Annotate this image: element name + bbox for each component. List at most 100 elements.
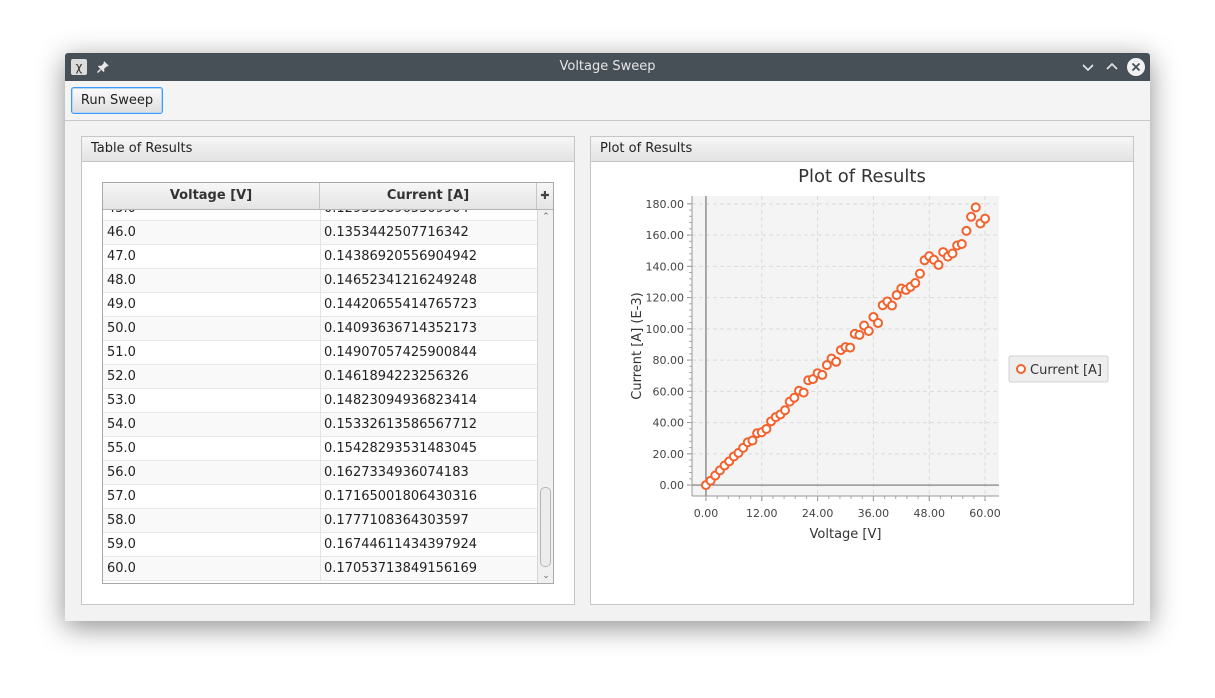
x-tick-label: 60.00 bbox=[969, 507, 1001, 520]
cell-voltage: 51.0 bbox=[103, 341, 321, 365]
cell-current: 0.14823094936823414 bbox=[324, 393, 478, 408]
y-tick-label: 120.00 bbox=[646, 292, 685, 305]
table-row[interactable]: 47.0 0.14386920556904942 bbox=[103, 245, 537, 269]
x-axis-label: Voltage [V] bbox=[810, 527, 882, 542]
x-tick-label: 48.00 bbox=[913, 507, 945, 520]
cell-current: 0.14386920556904942 bbox=[324, 249, 478, 264]
y-tick-label: 0.00 bbox=[660, 479, 685, 492]
table-body: 45.00.129353896530990446.00.135344250771… bbox=[103, 210, 537, 583]
y-axis-label: Current [A] (E-3) bbox=[630, 292, 645, 399]
cell-current: 0.1461894223256326 bbox=[324, 369, 469, 384]
cell-current: 0.16744611434397924 bbox=[324, 537, 478, 552]
cell-voltage: 53.0 bbox=[103, 389, 321, 413]
table-row[interactable]: 51.0 0.14907057425900844 bbox=[103, 341, 537, 365]
cell-voltage: 55.0 bbox=[103, 437, 321, 461]
cell-current: 0.14652341216249248 bbox=[324, 273, 478, 288]
run-sweep-button[interactable]: Run Sweep bbox=[71, 87, 163, 114]
title-bar[interactable]: χ Voltage Sweep bbox=[65, 53, 1150, 81]
cell-voltage: 58.0 bbox=[103, 509, 321, 533]
table-row[interactable]: 48.0 0.14652341216249248 bbox=[103, 269, 537, 293]
table-panel-title: Table of Results bbox=[82, 137, 574, 162]
data-point bbox=[761, 423, 772, 434]
cell-current: 0.14093636714352173 bbox=[324, 321, 478, 336]
column-header-voltage[interactable]: Voltage [V] bbox=[103, 183, 320, 209]
scroll-down-icon[interactable]: ⌄ bbox=[538, 569, 553, 583]
table-row[interactable]: 55.0 0.15428293531483045 bbox=[103, 437, 537, 461]
cell-current: 0.1293538965309904 bbox=[320, 210, 537, 221]
y-tick-label: 100.00 bbox=[646, 323, 685, 336]
scroll-thumb[interactable] bbox=[540, 487, 551, 567]
table-row[interactable]: 59.0 0.16744611434397924 bbox=[103, 533, 537, 557]
table-row[interactable]: 53.0 0.14823094936823414 bbox=[103, 389, 537, 413]
cell-current: 0.1627334936074183 bbox=[324, 465, 469, 480]
y-tick-label: 20.00 bbox=[653, 448, 685, 461]
toolbar: Run Sweep bbox=[65, 81, 1150, 121]
plot-panel-title: Plot of Results bbox=[591, 137, 1133, 162]
data-point bbox=[933, 259, 944, 270]
data-point bbox=[854, 329, 865, 340]
data-point bbox=[845, 342, 856, 353]
table-row[interactable]: 52.0 0.1461894223256326 bbox=[103, 365, 537, 389]
table-row[interactable]: 60.0 0.17053713849156169 bbox=[103, 557, 537, 581]
table-row[interactable]: 58.0 0.1777108364303597 bbox=[103, 509, 537, 533]
column-header-current[interactable]: Current [A] bbox=[320, 183, 537, 209]
data-point bbox=[956, 238, 967, 249]
x-tick-label: 24.00 bbox=[802, 507, 834, 520]
table-row[interactable]: 56.0 0.1627334936074183 bbox=[103, 461, 537, 485]
data-point bbox=[863, 326, 874, 336]
cell-voltage: 60.0 bbox=[103, 557, 321, 581]
x-tick-label: 0.00 bbox=[694, 507, 719, 520]
results-table[interactable]: Voltage [V] Current [A] ✚ 45.00.12935389… bbox=[102, 182, 554, 584]
cell-voltage: 48.0 bbox=[103, 269, 321, 293]
data-point bbox=[947, 248, 958, 259]
cell-current: 0.17165001806430316 bbox=[324, 489, 478, 504]
chart-title: Plot of Results bbox=[798, 166, 926, 187]
cell-current: 0.15428293531483045 bbox=[324, 441, 478, 456]
table-panel: Table of Results Voltage [V] Current [A]… bbox=[81, 136, 575, 605]
minimize-icon[interactable] bbox=[1078, 57, 1098, 77]
table-row[interactable]: 45.00.1293538965309904 bbox=[103, 210, 537, 221]
data-point bbox=[910, 278, 921, 289]
table-row[interactable]: 46.0 0.1353442507716342 bbox=[103, 221, 537, 245]
y-tick-label: 180.00 bbox=[646, 198, 685, 211]
x-tick-label: 12.00 bbox=[746, 507, 778, 520]
cell-voltage: 54.0 bbox=[103, 413, 321, 437]
cell-voltage: 57.0 bbox=[103, 485, 321, 509]
y-tick-label: 160.00 bbox=[646, 229, 685, 242]
cell-current: 0.1353442507716342 bbox=[324, 225, 469, 240]
cell-voltage: 45.0 bbox=[103, 210, 321, 221]
cell-voltage: 47.0 bbox=[103, 245, 321, 269]
table-header: Voltage [V] Current [A] ✚ bbox=[103, 183, 553, 210]
maximize-icon[interactable] bbox=[1102, 57, 1122, 77]
data-point bbox=[970, 202, 981, 213]
cell-current: 0.14907057425900844 bbox=[324, 345, 478, 360]
cell-current: 0.17053713849156169 bbox=[324, 561, 478, 576]
cell-voltage: 50.0 bbox=[103, 317, 321, 341]
table-scrollbar[interactable]: ⌃ ⌄ bbox=[537, 210, 553, 583]
scroll-up-icon[interactable]: ⌃ bbox=[538, 210, 553, 224]
cell-voltage: 52.0 bbox=[103, 365, 321, 389]
data-point bbox=[887, 300, 898, 311]
cell-voltage: 49.0 bbox=[103, 293, 321, 317]
y-tick-label: 80.00 bbox=[653, 354, 685, 367]
x-tick-label: 36.00 bbox=[858, 507, 890, 520]
close-icon[interactable] bbox=[1126, 57, 1146, 77]
table-row[interactable]: 50.0 0.14093636714352173 bbox=[103, 317, 537, 341]
y-tick-label: 40.00 bbox=[653, 417, 685, 430]
window-title: Voltage Sweep bbox=[559, 59, 656, 74]
plot-panel: Plot of Results 0.00 12.00 24.00 36.00 48.00… bbox=[590, 136, 1134, 605]
column-menu-button[interactable]: ✚ bbox=[537, 183, 553, 209]
y-tick-label: 60.00 bbox=[653, 385, 685, 398]
data-point bbox=[798, 387, 809, 398]
data-point bbox=[961, 225, 972, 236]
cell-current: 0.14420655414765723 bbox=[324, 297, 478, 312]
cell-voltage: 59.0 bbox=[103, 533, 321, 557]
scatter-chart: 0.00 12.00 24.00 36.00 48.00 60.00 0.00 20.00 40… bbox=[630, 166, 1109, 542]
table-row[interactable]: 54.0 0.15332613586567712 bbox=[103, 413, 537, 437]
table-rows: 45.00.129353896530990446.00.135344250771… bbox=[103, 210, 537, 581]
table-row[interactable]: 57.0 0.17165001806430316 bbox=[103, 485, 537, 509]
legend-label: Current [A] bbox=[1030, 363, 1102, 378]
data-point bbox=[914, 268, 925, 279]
table-row[interactable]: 49.0 0.14420655414765723 bbox=[103, 293, 537, 317]
data-point bbox=[817, 369, 828, 380]
